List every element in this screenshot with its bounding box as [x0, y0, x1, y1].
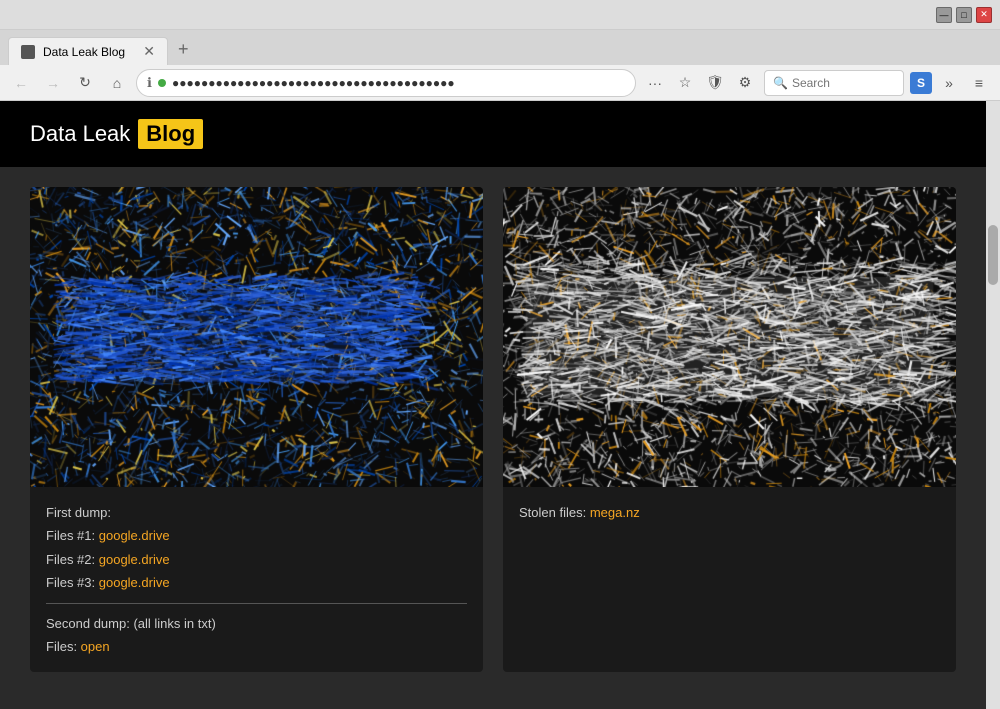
browser-toolbar: ← → ↻ ⌂ ℹ ●●●●●●●●●●●●●●●●●●●●●●●●●●●●●●…	[0, 65, 1000, 101]
card-left-body: First dump: Files #1: google.drive Files…	[30, 487, 483, 672]
scrollbar-thumb[interactable]	[988, 225, 998, 285]
card-left: First dump: Files #1: google.drive Files…	[30, 187, 483, 672]
title-bar: — □ ✕	[0, 0, 1000, 30]
refresh-button[interactable]: ↻	[72, 70, 98, 96]
scrollbar[interactable]	[986, 101, 1000, 709]
tab-bar: Data Leak Blog ✕ +	[0, 30, 1000, 65]
card-divider	[46, 603, 467, 604]
files-open-link[interactable]: open	[81, 639, 110, 654]
window-buttons: — □ ✕	[8, 7, 992, 23]
url-text: ●●●●●●●●●●●●●●●●●●●●●●●●●●●●●●●●●●●●●●●	[172, 76, 625, 90]
search-box[interactable]: 🔍	[764, 70, 904, 96]
card-right-body: Stolen files: mega.nz	[503, 487, 956, 538]
card-right-image	[503, 187, 956, 487]
tab-close-button[interactable]: ✕	[143, 43, 155, 60]
files-2: Files #2: google.drive	[46, 548, 467, 571]
plugin-button[interactable]: ⚙	[732, 70, 758, 96]
forward-button[interactable]: →	[40, 70, 66, 96]
bookmark-button[interactable]: ☆	[672, 70, 698, 96]
site-header: Data Leak Blog	[0, 101, 986, 167]
active-tab[interactable]: Data Leak Blog ✕	[8, 37, 168, 65]
secure-indicator	[158, 79, 166, 87]
files-3: Files #3: google.drive	[46, 571, 467, 594]
site-logo: Data Leak Blog	[30, 119, 203, 149]
menu-button[interactable]: ≡	[966, 70, 992, 96]
new-tab-button[interactable]: +	[168, 34, 199, 65]
page-wrapper: Data Leak Blog First dump: Files #1: goo…	[0, 101, 986, 709]
back-button[interactable]: ←	[8, 70, 34, 96]
home-button[interactable]: ⌂	[104, 70, 130, 96]
stolen-files-label: Stolen files:	[519, 505, 590, 520]
overflow-button[interactable]: »	[936, 70, 962, 96]
toolbar-right-icons: ··· ☆ 🛡 ⚙	[642, 70, 758, 96]
toolbar-extra-icons: S » ≡	[910, 70, 992, 96]
stolen-files-link[interactable]: mega.nz	[590, 505, 640, 520]
minimize-button[interactable]: —	[936, 7, 952, 23]
logo-text-highlight: Blog	[138, 119, 203, 149]
extensions-button[interactable]: S	[910, 72, 932, 94]
first-dump-label: First dump:	[46, 501, 467, 524]
more-button[interactable]: ···	[642, 70, 668, 96]
second-dump-label: Second dump: (all links in txt)	[46, 612, 467, 635]
files-open: Files: open	[46, 635, 467, 658]
files-2-link[interactable]: google.drive	[99, 552, 170, 567]
tab-favicon	[21, 45, 35, 59]
search-icon: 🔍	[773, 76, 788, 90]
files-1: Files #1: google.drive	[46, 524, 467, 547]
card-left-image	[30, 187, 483, 487]
noise-canvas-left	[30, 187, 483, 487]
close-button[interactable]: ✕	[976, 7, 992, 23]
browser-content: Data Leak Blog First dump: Files #1: goo…	[0, 101, 1000, 709]
content-area: First dump: Files #1: google.drive Files…	[0, 167, 986, 692]
info-icon: ℹ	[147, 75, 152, 91]
files-1-link[interactable]: google.drive	[99, 528, 170, 543]
tab-title: Data Leak Blog	[43, 45, 125, 59]
noise-canvas-right	[503, 187, 956, 487]
search-input[interactable]	[792, 76, 892, 90]
shield-button[interactable]: 🛡	[702, 70, 728, 96]
files-3-link[interactable]: google.drive	[99, 575, 170, 590]
maximize-button[interactable]: □	[956, 7, 972, 23]
card-right: Stolen files: mega.nz	[503, 187, 956, 672]
address-bar[interactable]: ℹ ●●●●●●●●●●●●●●●●●●●●●●●●●●●●●●●●●●●●●●…	[136, 69, 636, 97]
logo-text-plain: Data Leak	[30, 121, 130, 147]
